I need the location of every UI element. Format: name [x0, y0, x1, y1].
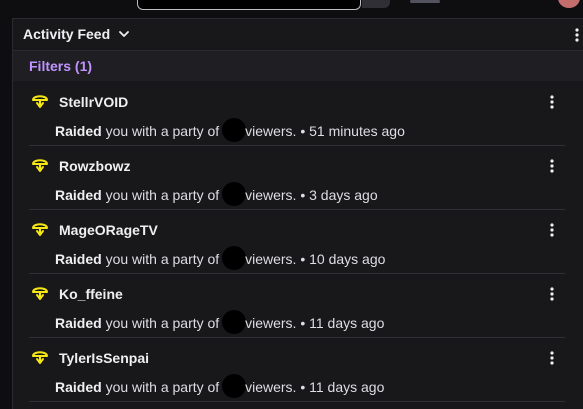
description-text: you with a party of [101, 251, 224, 267]
item-more-options-icon[interactable] [548, 94, 556, 110]
panel-header: Activity Feed [13, 18, 583, 51]
item-more-options-icon[interactable] [548, 286, 556, 302]
search-button[interactable] [362, 0, 390, 8]
list-item: MageORageTV Raided you with a party of v… [13, 210, 583, 274]
item-description: Raided you with a party of viewers. • 11… [55, 310, 384, 334]
action-label: Raided [55, 187, 102, 203]
action-label: Raided [55, 379, 102, 395]
action-label: Raided [55, 315, 102, 331]
item-description: Raided you with a party of viewers. • 51… [55, 118, 405, 142]
chevron-down-icon[interactable] [117, 27, 131, 41]
raider-name[interactable]: Rowzbowz [59, 158, 131, 174]
panel-title[interactable]: Activity Feed [23, 26, 110, 42]
description-text: you with a party of [101, 379, 224, 395]
redacted-mark [222, 246, 247, 270]
timestamp: • 51 minutes ago [296, 123, 405, 139]
timestamp: • 11 days ago [296, 315, 385, 331]
raider-name[interactable]: StellrVOID [59, 94, 128, 110]
description-text: you with a party of [101, 123, 224, 139]
description-text-end: viewers. [245, 123, 297, 139]
item-description: Raided you with a party of viewers. • 10… [55, 246, 385, 270]
raider-name[interactable]: TylerIsSenpai [59, 350, 149, 366]
search-input[interactable] [137, 0, 361, 10]
raid-icon [32, 223, 48, 236]
list-item: Ko_ffeine Raided you with a party of vie… [13, 274, 583, 338]
list-item: TylerIsSenpai Raided you with a party of… [13, 338, 583, 402]
timestamp: • 3 days ago [296, 187, 378, 203]
list-item: Rowzbowz Raided you with a party of view… [13, 146, 583, 210]
timestamp: • 10 days ago [296, 251, 386, 267]
item-more-options-icon[interactable] [548, 350, 556, 366]
redacted-mark [222, 374, 247, 398]
filters-bar: Filters (1) [13, 51, 583, 81]
description-text-end: viewers. [245, 379, 297, 395]
raid-icon [32, 351, 48, 364]
filters-button[interactable]: Filters (1) [29, 58, 92, 74]
item-more-options-icon[interactable] [548, 222, 556, 238]
timestamp: • 11 days ago [296, 379, 385, 395]
left-sidebar [0, 18, 12, 409]
item-more-options-icon[interactable] [548, 158, 556, 174]
raider-name[interactable]: Ko_ffeine [59, 286, 123, 302]
description-text-end: viewers. [245, 187, 297, 203]
list-item: StellrVOID Raided you with a party of vi… [13, 82, 583, 146]
divider [29, 401, 565, 402]
activity-feed-panel: Activity Feed Filters (1) StellrVOID Rai… [13, 18, 583, 409]
description-text-end: viewers. [245, 251, 297, 267]
more-options-icon[interactable] [573, 27, 581, 43]
redacted-mark [222, 182, 247, 206]
description-text-end: viewers. [245, 315, 297, 331]
redacted-mark [222, 310, 247, 334]
raid-icon [32, 159, 48, 172]
description-text: you with a party of [101, 187, 224, 203]
raid-icon [32, 287, 48, 300]
item-description: Raided you with a party of viewers. • 3 … [55, 182, 378, 206]
topbar-icon[interactable] [410, 0, 440, 3]
action-label: Raided [55, 123, 102, 139]
action-label: Raided [55, 251, 102, 267]
raid-icon [32, 95, 48, 108]
top-navigation-bar [0, 0, 583, 18]
description-text: you with a party of [101, 315, 224, 331]
avatar[interactable] [558, 0, 580, 8]
redacted-mark [222, 118, 247, 142]
item-description: Raided you with a party of viewers. • 11… [55, 374, 384, 398]
raider-name[interactable]: MageORageTV [59, 222, 158, 238]
